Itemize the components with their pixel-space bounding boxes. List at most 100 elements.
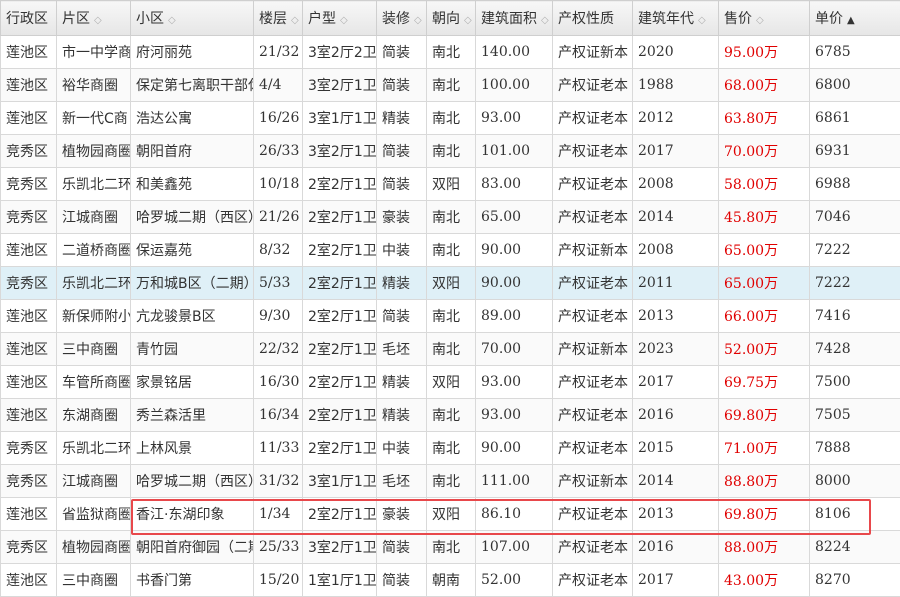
table-row[interactable]: 莲池区新一代C商浩达公寓16/263室1厅1卫精装南北93.00产权证老本201…	[1, 102, 900, 135]
table-cell: 毛坯	[377, 333, 427, 366]
column-header-9[interactable]: 建筑年代 ◇	[633, 1, 719, 36]
sort-icon[interactable]: ◇	[94, 15, 102, 26]
table-cell: 7500	[810, 366, 900, 399]
table-cell: 莲池区	[1, 36, 57, 69]
table-row[interactable]: 竞秀区乐凯北二环和美鑫苑10/182室2厅1卫简装双阳83.00产权证老本200…	[1, 168, 900, 201]
table-cell: 7046	[810, 201, 900, 234]
sort-icon[interactable]: ◇	[698, 15, 706, 26]
table-cell: 青竹园	[131, 333, 254, 366]
table-row[interactable]: 竞秀区乐凯北二环万和城B区（二期）5/332室2厅1卫精装双阳90.00产权证老…	[1, 267, 900, 300]
table-cell: 2020	[633, 36, 719, 69]
table-cell: 朝阳首府	[131, 135, 254, 168]
table-cell: 植物园商圈	[57, 531, 131, 564]
table-cell: 2室2厅1卫	[303, 267, 377, 300]
sort-ascending-icon[interactable]: ▲	[847, 15, 855, 26]
table-cell: 95.00万	[719, 36, 810, 69]
table-cell: 26/33	[254, 135, 303, 168]
sort-icon[interactable]: ◇	[168, 15, 176, 26]
table-cell: 7222	[810, 234, 900, 267]
table-cell: 2016	[633, 399, 719, 432]
table-cell: 6785	[810, 36, 900, 69]
column-header-8[interactable]: 产权性质	[553, 1, 633, 36]
table-cell: 南北	[427, 531, 476, 564]
header-row: 行政区片区◇小区◇楼层◇户型◇装修◇朝向◇建筑面积◇产权性质建筑年代◇售价◇单价…	[1, 1, 900, 36]
table-cell: 东湖商圈	[57, 399, 131, 432]
table-cell: 1/34	[254, 498, 303, 531]
table-cell: 2023	[633, 333, 719, 366]
table-cell: 6800	[810, 69, 900, 102]
sort-icon[interactable]: ◇	[414, 15, 422, 26]
column-header-1[interactable]: 片区◇	[57, 1, 131, 36]
table-cell: 哈罗城二期（西区）	[131, 201, 254, 234]
sort-icon[interactable]: ◇	[291, 15, 299, 26]
sort-icon[interactable]: ◇	[464, 15, 472, 26]
table-cell: 65.00万	[719, 267, 810, 300]
table-row[interactable]: 莲池区三中商圈书香门第15/201室1厅1卫简装朝南52.00产权证老本2017…	[1, 564, 900, 597]
column-header-7[interactable]: 建筑面积◇	[476, 1, 553, 36]
table-cell: 万和城B区（二期）	[131, 267, 254, 300]
table-cell: 竞秀区	[1, 135, 57, 168]
column-header-label: 户型	[308, 11, 336, 27]
sort-icon[interactable]: ◇	[340, 15, 348, 26]
table-cell: 毛坯	[377, 465, 427, 498]
column-header-3[interactable]: 楼层◇	[254, 1, 303, 36]
table-cell: 双阳	[427, 366, 476, 399]
table-cell: 8224	[810, 531, 900, 564]
table-cell: 双阳	[427, 267, 476, 300]
table-row[interactable]: 竞秀区乐凯北二环上林风景11/332室2厅1卫中装南北90.00产权证老本201…	[1, 432, 900, 465]
table-cell: 莲池区	[1, 498, 57, 531]
column-header-label: 建筑年代	[638, 11, 694, 27]
sort-icon[interactable]: ◇	[756, 15, 764, 26]
table-cell: 69.80万	[719, 498, 810, 531]
table-cell: 精装	[377, 399, 427, 432]
table-cell: 简装	[377, 168, 427, 201]
table-row[interactable]: 竞秀区植物园商圈朝阳首府御园（二期）25/333室2厅1卫简装南北107.00产…	[1, 531, 900, 564]
table-row[interactable]: 竞秀区植物园商圈朝阳首府26/333室2厅1卫简装南北101.00产权证老本20…	[1, 135, 900, 168]
column-header-10[interactable]: 售价◇	[719, 1, 810, 36]
table-row[interactable]: 莲池区三中商圈青竹园22/322室2厅1卫毛坯南北70.00产权证新本20235…	[1, 333, 900, 366]
table-cell: 93.00	[476, 102, 553, 135]
column-header-2[interactable]: 小区◇	[131, 1, 254, 36]
table-cell: 90.00	[476, 234, 553, 267]
table-row[interactable]: 莲池区省监狱商圈香江·东湖印象1/342室2厅1卫豪装双阳86.10产权证老本2…	[1, 498, 900, 531]
table-cell: 88.80万	[719, 465, 810, 498]
table-cell: 竞秀区	[1, 201, 57, 234]
table-cell: 7505	[810, 399, 900, 432]
table-cell: 莲池区	[1, 333, 57, 366]
table-cell: 莲池区	[1, 234, 57, 267]
column-header-5[interactable]: 装修◇	[377, 1, 427, 36]
table-cell: 2017	[633, 366, 719, 399]
table-cell: 产权证新本	[553, 465, 633, 498]
table-cell: 2015	[633, 432, 719, 465]
column-header-11[interactable]: 单价▲	[810, 1, 900, 36]
table-cell: 竞秀区	[1, 168, 57, 201]
table-cell: 93.00	[476, 399, 553, 432]
listing-grid: 行政区片区◇小区◇楼层◇户型◇装修◇朝向◇建筑面积◇产权性质建筑年代◇售价◇单价…	[0, 0, 900, 594]
table-cell: 产权证老本	[553, 300, 633, 333]
table-cell: 2012	[633, 102, 719, 135]
table-row[interactable]: 莲池区裕华商圈保定第七离职干部休4/43室2厅1卫简装南北100.00产权证老本…	[1, 69, 900, 102]
table-row[interactable]: 竞秀区江城商圈哈罗城二期（西区）31/323室1厅1卫毛坯南北111.00产权证…	[1, 465, 900, 498]
table-cell: 68.00万	[719, 69, 810, 102]
table-row[interactable]: 莲池区东湖商圈秀兰森活里16/342室2厅1卫精装南北93.00产权证老本201…	[1, 399, 900, 432]
table-cell: 竞秀区	[1, 465, 57, 498]
table-row[interactable]: 莲池区市一中学商府河丽苑21/323室2厅2卫简装南北140.00产权证新本20…	[1, 36, 900, 69]
table-cell: 府河丽苑	[131, 36, 254, 69]
table-cell: 4/4	[254, 69, 303, 102]
table-row[interactable]: 莲池区车管所商圈家景铭居16/302室2厅1卫精装双阳93.00产权证老本201…	[1, 366, 900, 399]
table-row[interactable]: 莲池区二道桥商圈保运嘉苑8/322室2厅1卫中装南北90.00产权证新本2008…	[1, 234, 900, 267]
sort-icon[interactable]: ◇	[541, 15, 549, 26]
table-cell: 亢龙骏景B区	[131, 300, 254, 333]
table-row[interactable]: 竞秀区江城商圈哈罗城二期（西区）21/262室2厅1卫豪装南北65.00产权证老…	[1, 201, 900, 234]
table-cell: 25/33	[254, 531, 303, 564]
column-header-0[interactable]: 行政区	[1, 1, 57, 36]
table-cell: 89.00	[476, 300, 553, 333]
table-row[interactable]: 莲池区新保师附小亢龙骏景B区9/302室2厅1卫简装南北89.00产权证老本20…	[1, 300, 900, 333]
column-header-4[interactable]: 户型 ◇	[303, 1, 377, 36]
table-cell: 莲池区	[1, 366, 57, 399]
table-cell: 111.00	[476, 465, 553, 498]
column-header-6[interactable]: 朝向◇	[427, 1, 476, 36]
table-cell: 哈罗城二期（西区）	[131, 465, 254, 498]
table-cell: 2室2厅1卫	[303, 201, 377, 234]
table-cell: 90.00	[476, 267, 553, 300]
